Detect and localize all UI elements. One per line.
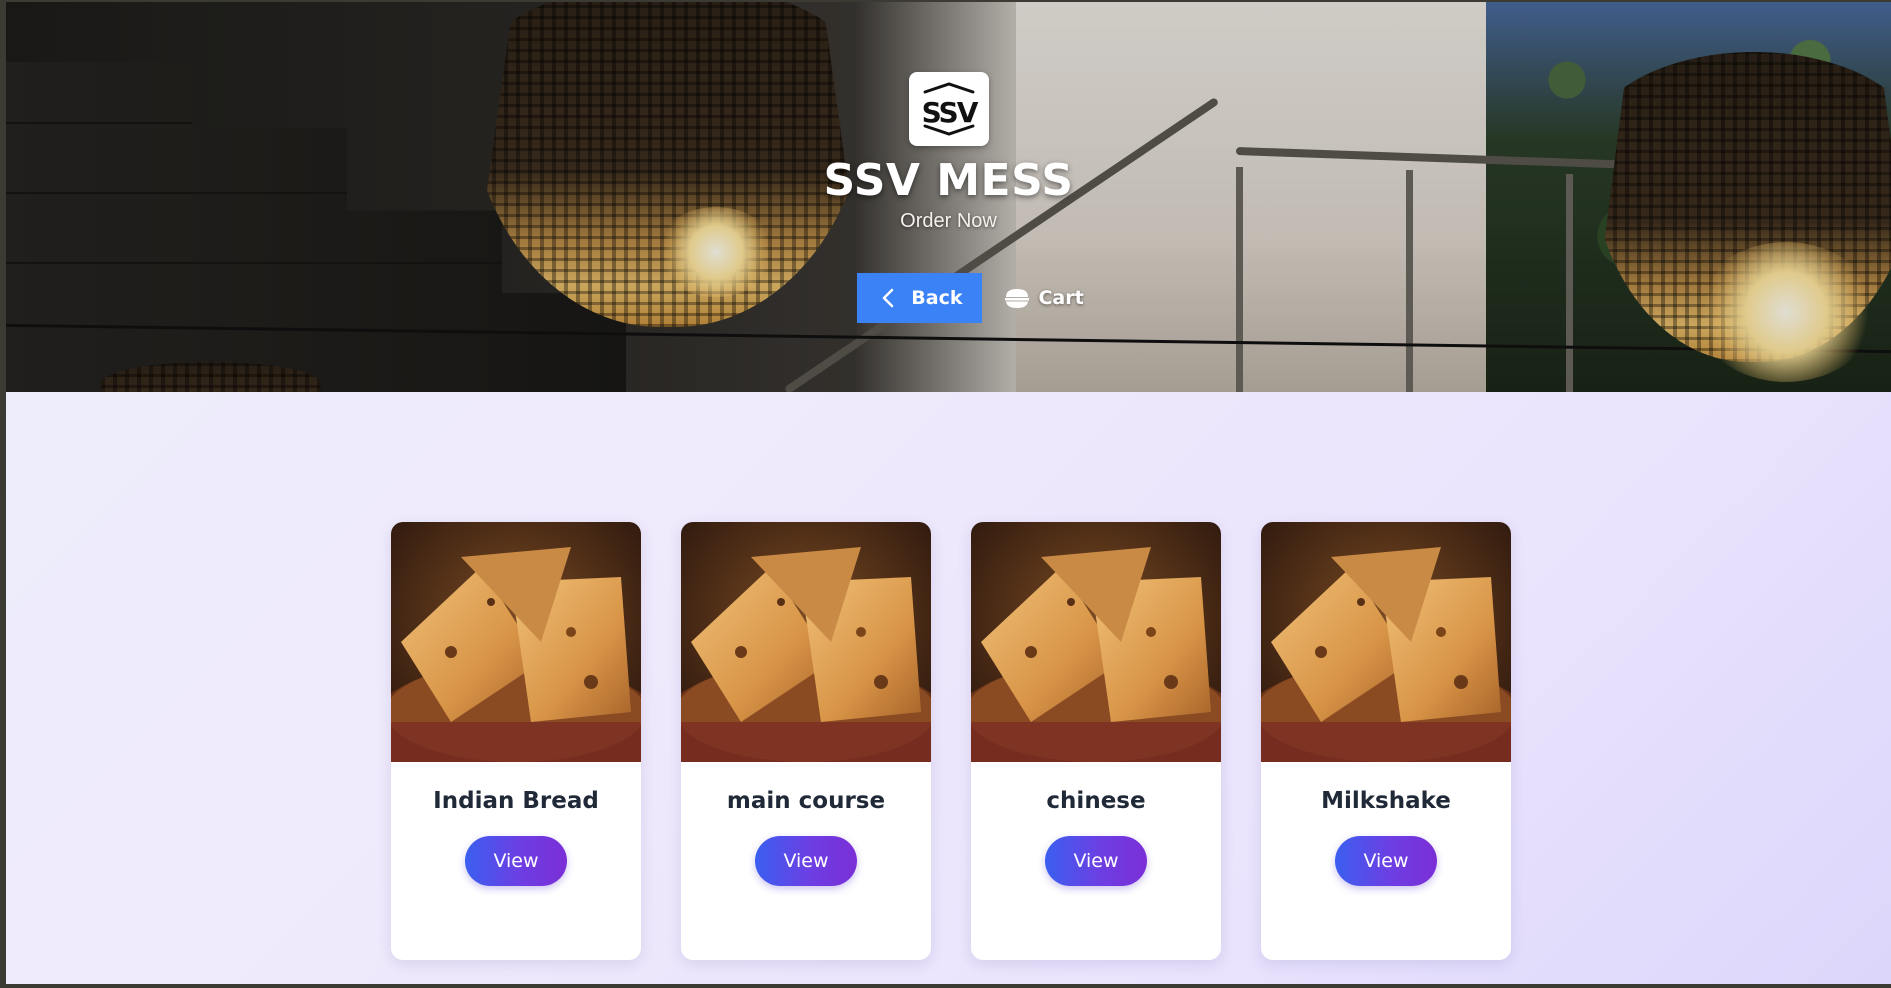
hero-subtitle: Order Now (900, 210, 997, 232)
category-grid: Indian Bread View main course View chine… (391, 522, 1511, 960)
category-title: Indian Bread (433, 788, 599, 814)
bowl-icon (1005, 289, 1030, 308)
view-button[interactable]: View (1045, 836, 1147, 886)
view-button[interactable]: View (755, 836, 857, 886)
category-card: chinese View (971, 522, 1221, 960)
category-image (1261, 522, 1511, 762)
hero-actions: Back Cart (6, 273, 1891, 323)
back-button-label: Back (911, 287, 963, 309)
category-title: chinese (1046, 788, 1146, 814)
category-card: main course View (681, 522, 931, 960)
category-card: Milkshake View (1261, 522, 1511, 960)
logo[interactable]: SSV (908, 72, 989, 146)
app-window: SSV SSV MESS Order Now Back Cart Indian … (6, 2, 1891, 984)
ssv-monogram-icon: SSV (921, 82, 980, 136)
category-image (681, 522, 931, 762)
view-button[interactable]: View (465, 836, 567, 886)
category-title: Milkshake (1321, 788, 1451, 814)
logo-text: SSV (921, 96, 978, 129)
chevron-left-icon (883, 288, 894, 308)
brand-block: SSV SSV MESS Order Now (6, 72, 1891, 235)
back-button[interactable]: Back (857, 273, 983, 323)
category-image (391, 522, 641, 762)
category-title: main course (726, 788, 886, 814)
hero-banner: SSV SSV MESS Order Now Back Cart (6, 2, 1891, 392)
cart-button[interactable]: Cart (1000, 273, 1087, 323)
cart-button-label: Cart (1038, 287, 1084, 309)
site-title: SSV MESS (823, 155, 1074, 206)
category-image (971, 522, 1221, 762)
category-card: Indian Bread View (391, 522, 641, 960)
view-button[interactable]: View (1335, 836, 1437, 886)
